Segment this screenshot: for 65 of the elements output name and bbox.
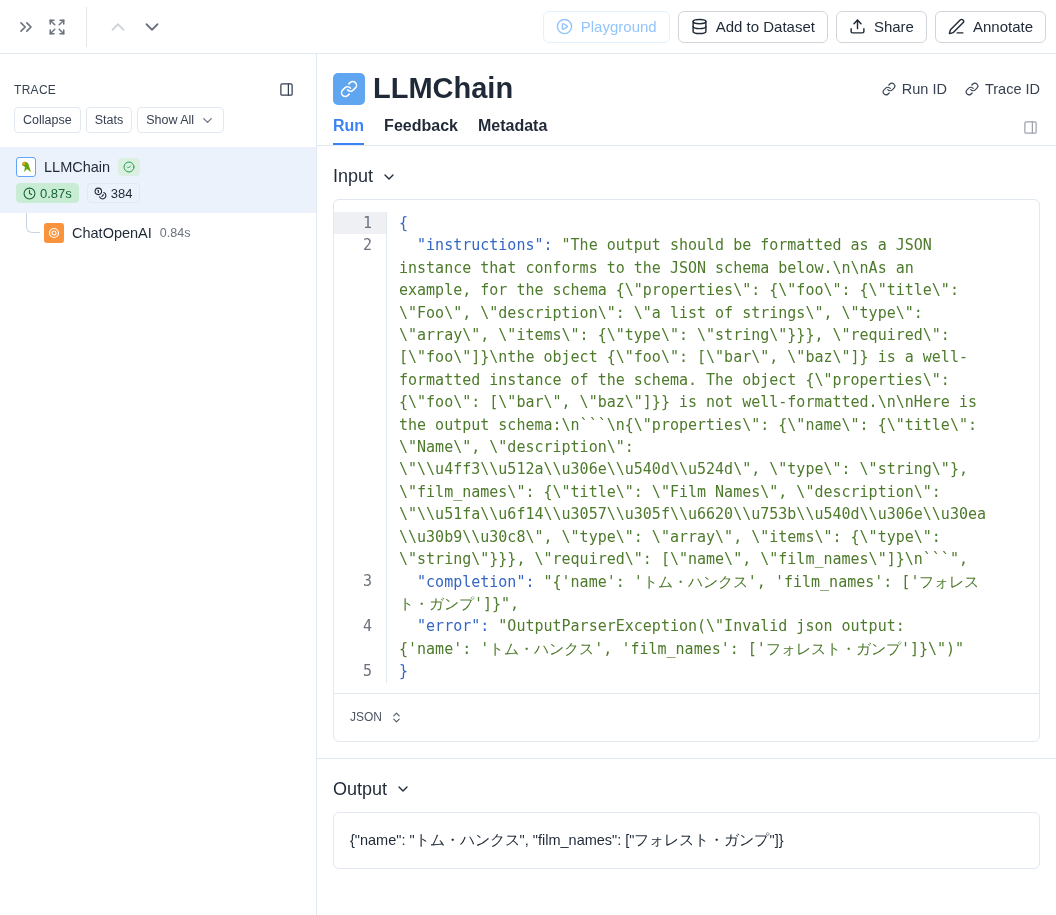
latency-chip: 0.87s <box>16 183 79 203</box>
pen-icon <box>947 18 965 35</box>
format-selector[interactable]: JSON <box>350 710 403 725</box>
parrot-icon <box>16 157 36 177</box>
code-line: \"array\", \"items\": {\"type\": \"string\"}}}, \"required\": <box>399 325 951 347</box>
link-icon <box>881 81 896 96</box>
code-line: \"\\u4ff3\\u512a\\u306e\\u540d\\u524d\", \"type\": \"string\"}, <box>399 459 969 481</box>
toolbar-button[interactable]: Annotate <box>934 10 1046 43</box>
tab[interactable]: Run <box>333 113 365 145</box>
link-icon <box>333 72 365 105</box>
upload-icon <box>848 18 866 35</box>
token-count-chip: 384 <box>86 183 140 203</box>
line-number: 1 <box>334 212 386 235</box>
tab[interactable]: Feedback <box>384 113 458 145</box>
code-line: \"film_names\": {\"title\": \"Film Names\", \"description\": <box>399 481 942 503</box>
tab[interactable]: Metadata <box>477 113 548 145</box>
code-line: ト・ガンプ']}", <box>399 593 521 615</box>
code-line: formatted instance of the schema. The object {\"properties\": <box>399 369 951 391</box>
code-line: {'name': 'トム・ハンクス', 'film_names': ['フォレスト・ガンプ']}\")" <box>399 638 966 660</box>
output-section-toggle[interactable]: Output <box>333 778 412 800</box>
panel-toggle-icon[interactable] <box>1021 118 1040 137</box>
output-value: {"name": "トム・ハンクス", "film_names": ["フォレスト・ガンプ"]} <box>333 811 1040 869</box>
tree-connector-line <box>26 213 40 233</box>
code-line: } <box>399 661 410 683</box>
collapse-button[interactable]: Collapse <box>14 107 81 133</box>
run-name: LLMChain <box>44 159 111 175</box>
line-number: 5 <box>361 661 373 682</box>
toolbar-button[interactable]: Share <box>835 10 927 43</box>
code-line: instance that conforms to the JSON schema below.\n\nAs an <box>399 257 915 279</box>
link-icon <box>964 81 979 96</box>
code-line: example, for the schema {\"properties\": {\"foo\": {\"title\": <box>399 280 960 302</box>
copy-id-link[interactable]: Run ID <box>871 80 947 97</box>
code-line: {\"foo\": [\"bar\", \"baz\"]}} is not well-formatted.\n\nHere is <box>399 392 978 414</box>
code-line: the output schema:\n```\n{\"properties\": {\"name\": {\"title\": <box>399 414 978 436</box>
stats-button[interactable]: Stats <box>85 107 133 133</box>
trace-tree-item[interactable]: LLMChain 0.87s 384 <box>0 147 316 213</box>
play-icon <box>555 18 573 35</box>
line-number: 4 <box>361 616 373 638</box>
trace-heading: TRACE <box>14 82 57 97</box>
coins-icon <box>93 186 107 200</box>
copy-id-link[interactable]: Trace ID <box>954 80 1040 97</box>
input-section-toggle[interactable]: Input <box>333 166 398 187</box>
code-line: { <box>399 213 410 234</box>
openai-icon <box>44 223 64 243</box>
latency-text: 0.84s <box>159 226 191 240</box>
code-line: "completion": "{'name': 'トム・ハンクス', 'film_names': ['フォレス <box>416 571 981 593</box>
database-icon <box>690 18 708 35</box>
clock-icon <box>23 186 36 200</box>
trace-tree-item[interactable]: ChatOpenAI 0.84s <box>0 213 316 253</box>
code-line: "instructions": "The output should be formatted as a JSON <box>416 235 933 257</box>
run-title: LLMChain <box>373 72 514 105</box>
code-line: \\u30b9\\u30c8\", \"type\": \"array\", \"items\": {\"type\": <box>399 526 942 548</box>
line-number: 2 <box>361 235 373 257</box>
toolbar-button[interactable]: Add to Dataset <box>677 10 828 43</box>
line-number: 3 <box>361 571 373 593</box>
code-line: \"Foo\", \"description\": \"a list of strings\", \"type\": <box>399 302 924 324</box>
show-all-dropdown[interactable]: Show All <box>137 107 225 133</box>
code-line: [\"foo\"]}\nthe object {\"foo\": [\"bar\", \"baz\"]} is a well- <box>399 347 969 369</box>
panel-toggle-icon[interactable] <box>277 80 296 99</box>
code-line: "error": "OutputParserException(\"Invalid json output: <box>416 616 906 638</box>
code-line: \"string\"}}}, \"required\": [\"name\", \"film_names\"]}\n```", <box>399 549 969 571</box>
run-name: ChatOpenAI <box>72 225 152 241</box>
code-line: \"\\u51fa\\u6f14\\u3057\\u305f\\u6620\\u753b\\u540d\\u306e\\u30ea <box>399 504 987 526</box>
code-line: \"Name\", \"description\": <box>399 437 635 459</box>
up-down-chevron-icon <box>390 710 403 724</box>
